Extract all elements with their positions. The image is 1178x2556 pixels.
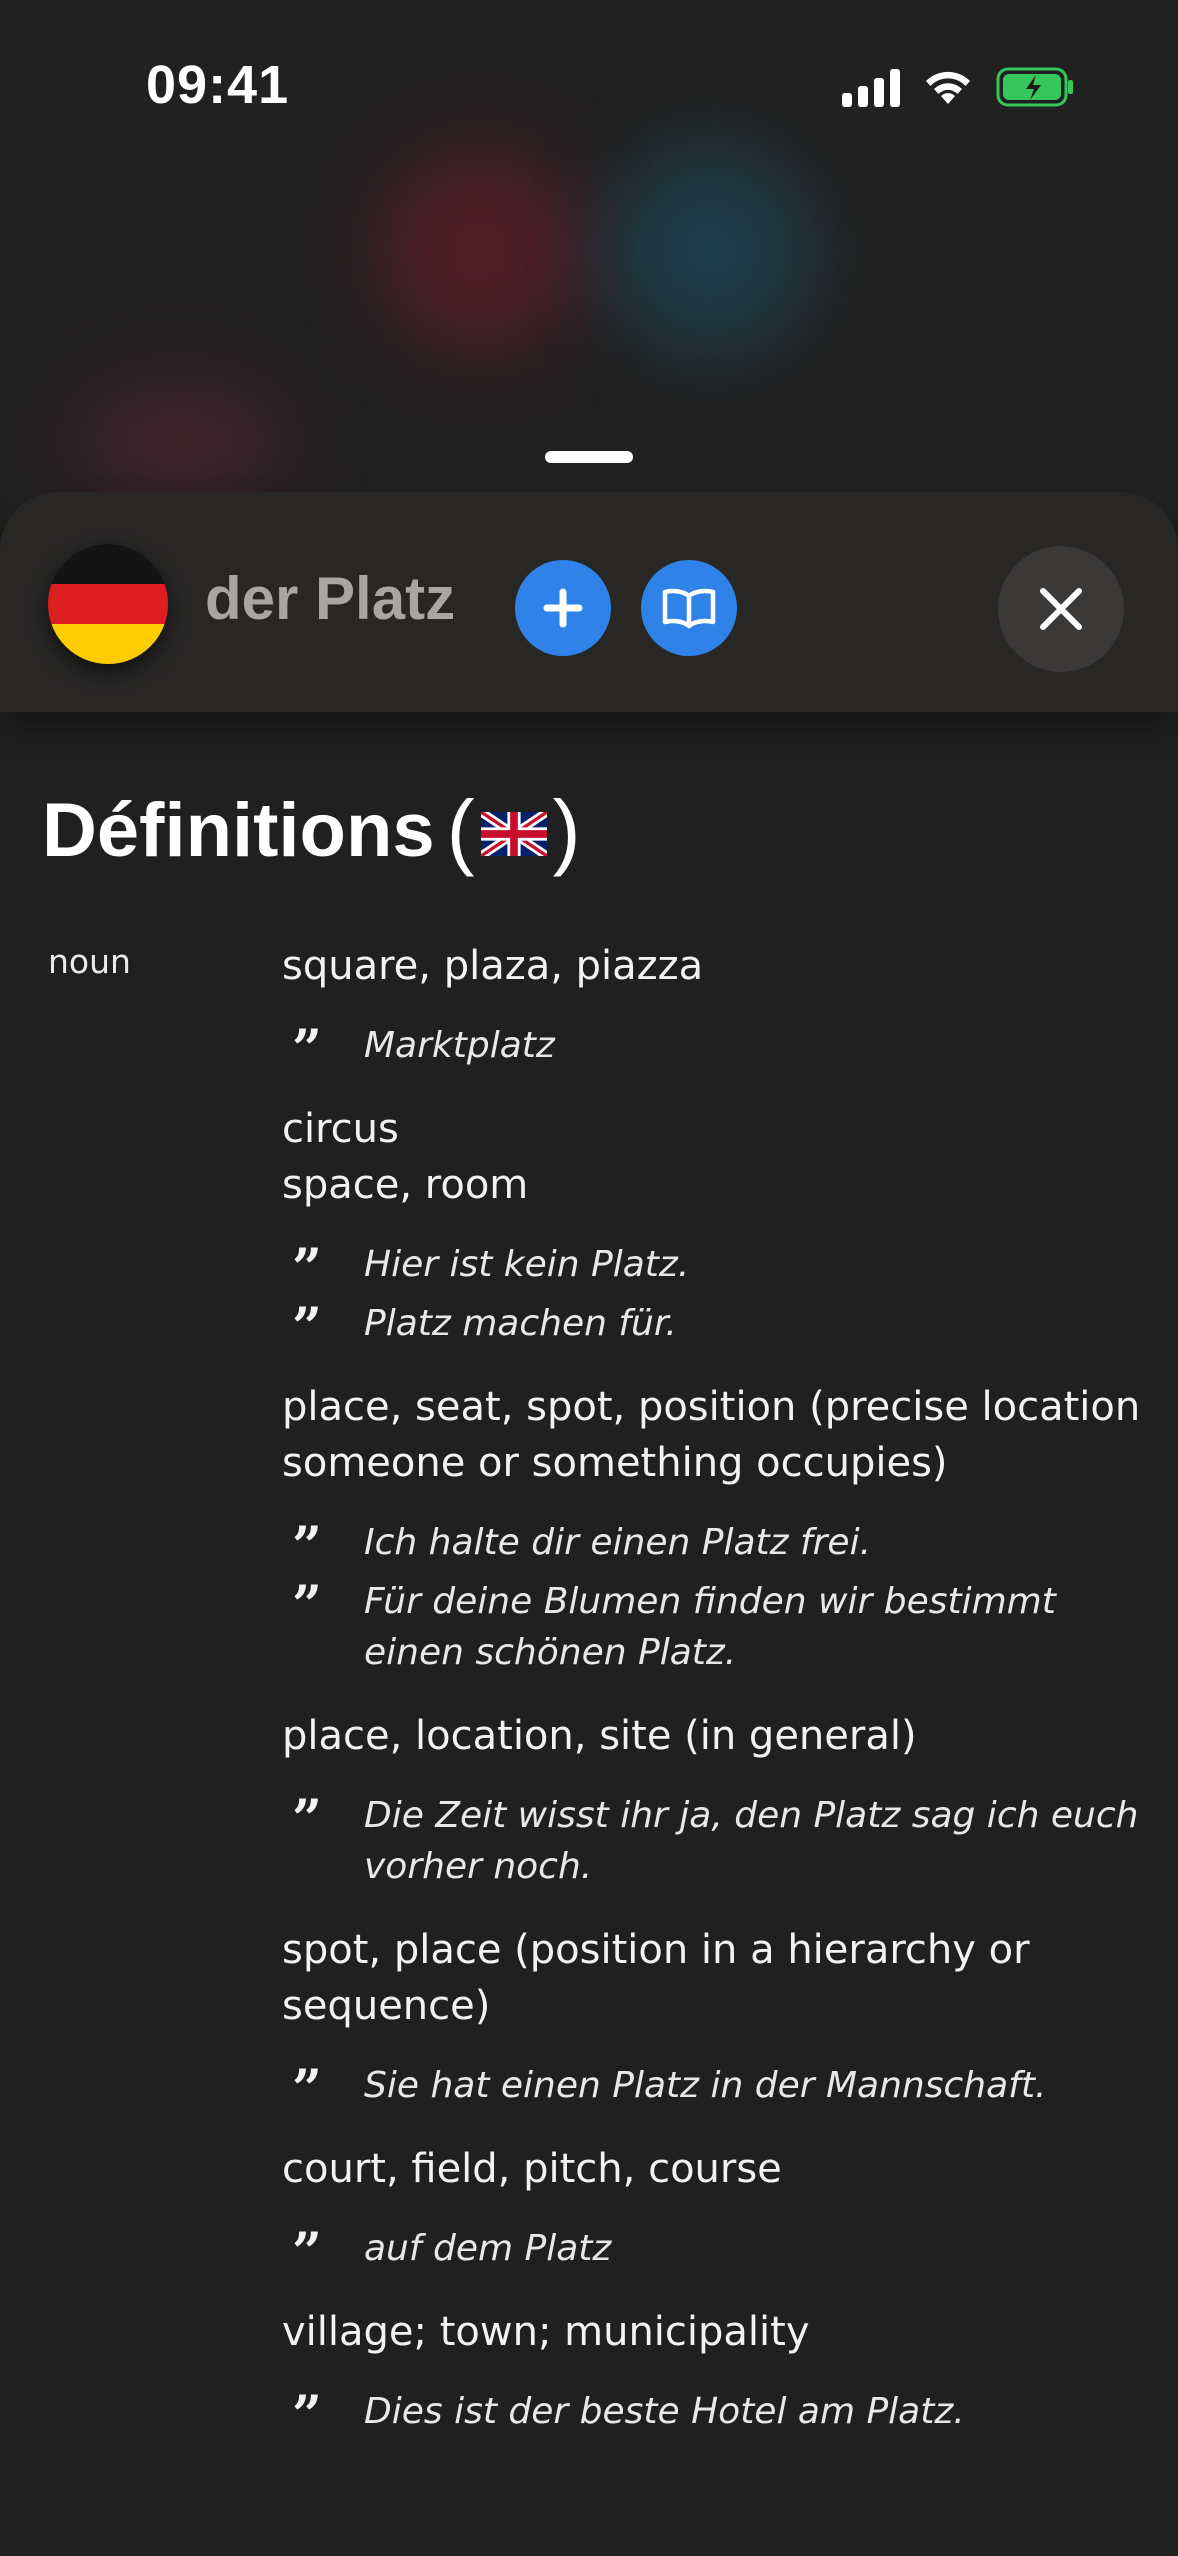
close-paren: ) [552,783,581,877]
definition-text: place, location, site (in general) [282,1713,917,1759]
example-item: ” Platz machen für. [282,1298,1142,1354]
quote-icon: ” [292,1575,322,1636]
example-text: Marktplatz [364,1025,555,1066]
cellular-signal-icon [842,67,900,107]
example-text: Ich halte dir einen Platz frei. [364,1522,872,1563]
example-item: ” Für deine Blumen finden wir bestimmt ei… [282,1576,1142,1678]
quote-icon: ” [292,2222,322,2283]
examples-list: ” Hier ist kein Platz. ” Platz machen für. [282,1239,1142,1354]
example-text: Hier ist kein Platz. [364,1244,690,1285]
example-text: Platz machen für. [364,1303,677,1344]
definition-item: circus [282,1101,1142,1157]
definition-item: court, field, pitch, course ” auf dem Pla… [282,2141,1142,2279]
example-item: ” Marktplatz [282,1020,1142,1076]
quote-icon: ” [292,1019,322,1080]
definition-sheet: der Platz Définitions () noun square, p… [0,492,1178,2556]
example-text: Für deine Blumen finden wir bestimmt ein… [364,1581,1056,1673]
quote-icon: ” [292,1789,322,1850]
word-title: der Platz [205,565,456,632]
definition-item: spot, place (position in a hierarchy or … [282,1922,1142,2116]
section-title-text: Définitions [42,788,435,873]
sheet-header: der Platz [0,492,1178,712]
examples-list: ” Sie hat einen Platz in der Mannschaft. [282,2060,1142,2116]
definition-item: place, seat, spot, position (precise loc… [282,1379,1142,1678]
example-item: ” Hier ist kein Platz. [282,1239,1142,1295]
definition-text: space, room [282,1162,529,1208]
example-text: auf dem Platz [364,2228,612,2269]
example-text: Die Zeit wisst ihr ja, den Platz sag ich… [364,1795,1139,1887]
book-icon [662,588,716,629]
quote-icon: ” [292,1297,322,1358]
definition-item: place, location, site (in general) ” Die … [282,1708,1142,1892]
examples-list: ” Marktplatz [282,1020,1142,1076]
close-icon [1040,588,1082,630]
examples-list: ” Ich halte dir einen Platz frei. ” Für de… [282,1517,1142,1678]
example-text: Dies ist der beste Hotel am Platz. [364,2391,965,2432]
definition-item: square, plaza, piazza ” Marktplatz [282,938,1142,1076]
dictionary-button[interactable] [641,560,737,656]
definition-text: place, seat, spot, position (precise loc… [282,1384,1141,1486]
definition-text: circus [282,1106,399,1152]
status-time: 09:41 [146,55,290,115]
definition-text: village; town; municipality [282,2309,810,2355]
status-icons [842,64,1076,110]
definition-item: space, room ” Hier ist kein Platz. ” Platz… [282,1157,1142,1354]
status-bar: 09:41 [0,0,1178,170]
quote-icon: ” [292,1516,322,1577]
example-item: ” auf dem Platz [282,2223,1142,2279]
germany-flag-icon [48,544,168,664]
examples-list: ” Dies ist der beste Hotel am Platz. [282,2386,1142,2442]
example-item: ” Dies ist der beste Hotel am Platz. [282,2386,1142,2442]
sheet-grabber[interactable] [545,451,633,463]
quote-icon: ” [292,2059,322,2120]
open-paren: ( [446,783,475,877]
plus-icon [543,588,583,628]
section-title: Définitions ( ) [42,782,581,879]
example-item: ” Die Zeit wisst ihr ja, den Platz sag ic… [282,1790,1142,1892]
definition-text: court, field, pitch, course [282,2146,782,2192]
wifi-icon [922,68,974,106]
add-word-button[interactable] [515,560,611,656]
uk-flag-icon [478,787,550,874]
quote-icon: ” [292,1238,322,1299]
battery-charging-icon [996,66,1076,108]
definition-text: square, plaza, piazza [282,943,704,989]
examples-list: ” Die Zeit wisst ihr ja, den Platz sag ic… [282,1790,1142,1892]
examples-list: ” auf dem Platz [282,2223,1142,2279]
example-item: ” Ich halte dir einen Platz frei. [282,1517,1142,1573]
close-button[interactable] [998,546,1124,672]
definition-item: village; town; municipality ” Dies ist de… [282,2304,1142,2442]
quote-icon: ” [292,2385,322,2446]
definition-text: spot, place (position in a hierarchy or … [282,1927,1030,2029]
part-of-speech: noun [48,942,131,981]
example-item: ” Sie hat einen Platz in der Mannschaft. [282,2060,1142,2116]
definitions-list: square, plaza, piazza ” Marktplatz circus… [282,938,1142,2467]
example-text: Sie hat einen Platz in der Mannschaft. [364,2065,1047,2106]
